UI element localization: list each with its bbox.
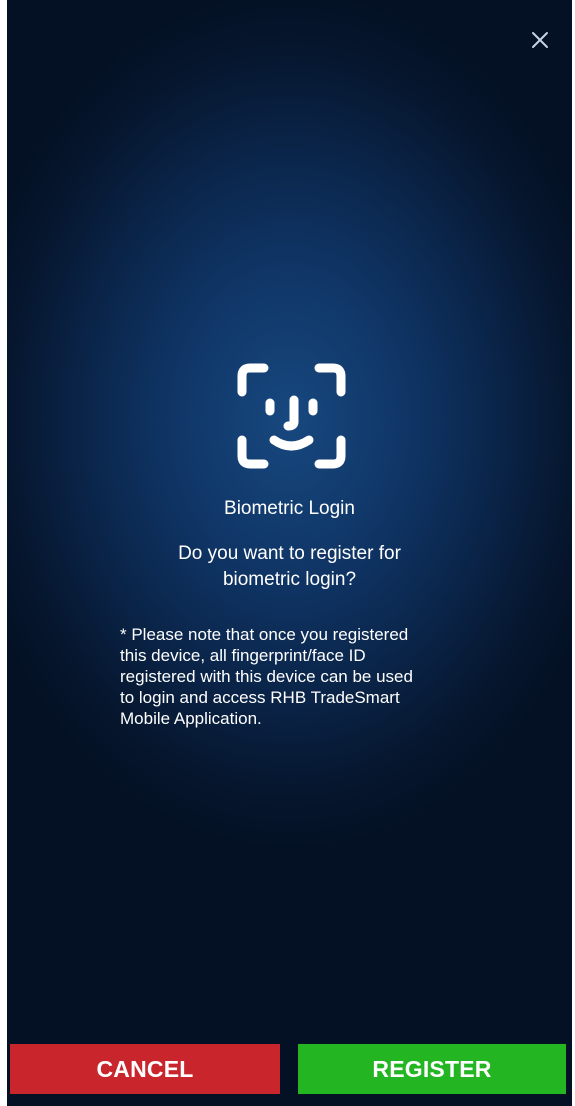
face-id-icon: [237, 363, 346, 469]
question-line: biometric login?: [222, 569, 357, 590]
registration-note: * Please note that once you registered t…: [120, 624, 480, 729]
register-question: Do you want to register for biometric lo…: [157, 541, 422, 593]
close-button[interactable]: [528, 28, 552, 52]
note-line: * Please note that once you registered: [120, 625, 409, 644]
note-line: to login and access RHB TradeSmart: [120, 688, 400, 707]
close-icon: [532, 32, 548, 48]
note-line: this device, all fingerprint/face ID: [120, 646, 366, 665]
biometric-login-screen: Biometric Login Do you want to register …: [7, 0, 572, 1106]
question-line: Do you want to register for: [178, 543, 401, 564]
note-line: registered with this device can be used: [120, 667, 413, 686]
dialog-title: Biometric Login: [224, 498, 355, 519]
note-line: Mobile Application.: [120, 709, 262, 728]
register-button[interactable]: REGISTER: [298, 1044, 566, 1094]
cancel-button[interactable]: CANCEL: [10, 1044, 280, 1094]
